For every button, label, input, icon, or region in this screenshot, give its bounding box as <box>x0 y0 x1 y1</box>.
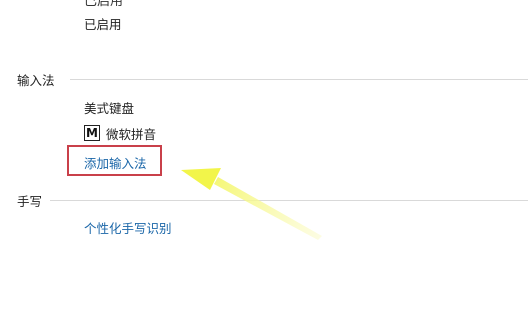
section-header-handwriting: 手写 <box>17 194 43 209</box>
ime-item-label: 微软拼音 <box>106 126 157 142</box>
add-input-method-link[interactable]: 添加输入法 <box>84 153 147 172</box>
ime-m-icon: M <box>84 125 100 141</box>
section-divider-handwriting <box>50 200 528 201</box>
previous-setting-heading: 已启用 <box>84 0 123 9</box>
previous-setting-heading-text: 已启用 <box>84 0 124 9</box>
ime-item-pinyin[interactable]: M 微软拼音 <box>84 124 156 142</box>
section-header-input-method: 输入法 <box>17 73 55 88</box>
annotation-arrow-shaft <box>214 177 322 240</box>
section-divider-input-method <box>70 79 528 80</box>
status-text: 已启用 <box>84 17 122 32</box>
personalize-handwriting-link[interactable]: 个性化手写识别 <box>84 218 172 237</box>
keyboard-item-us: 美式键盘 <box>84 101 135 116</box>
annotation-arrow-head <box>181 168 221 190</box>
